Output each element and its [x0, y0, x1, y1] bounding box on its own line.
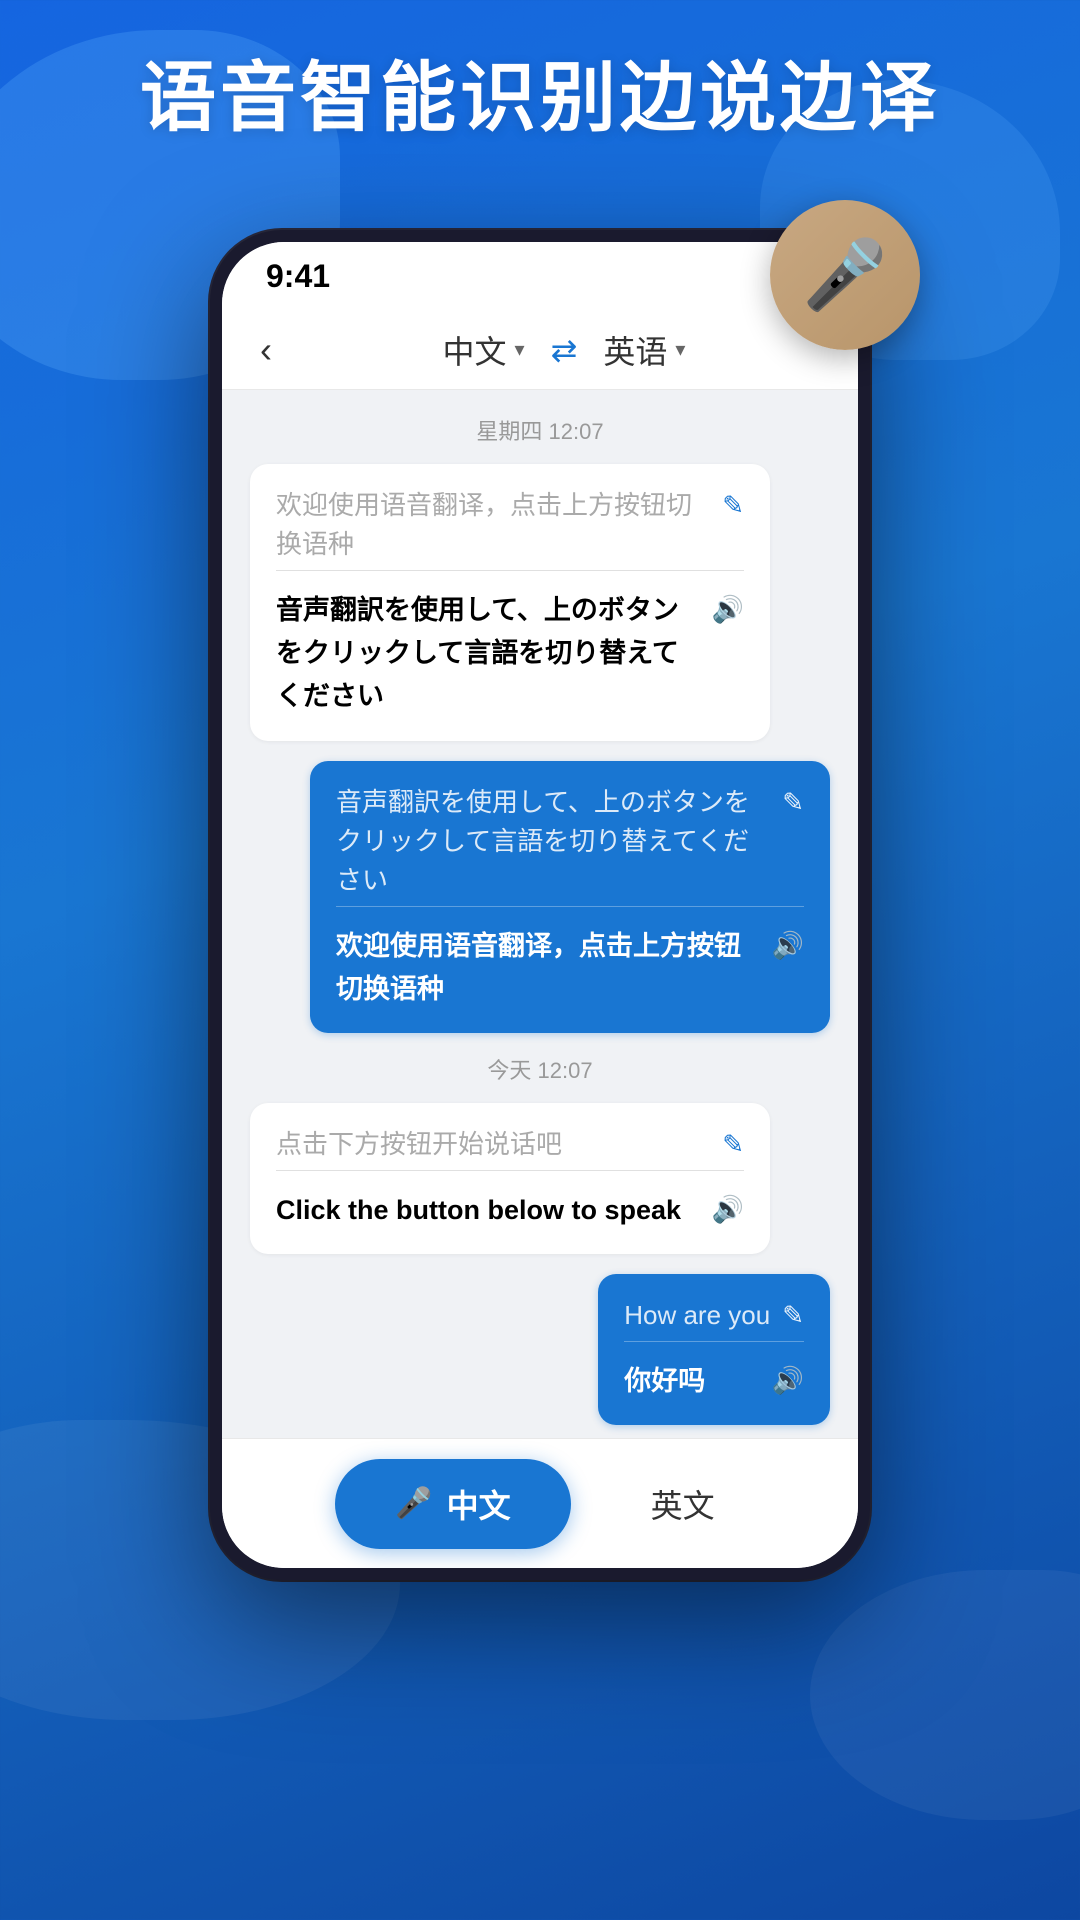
- bubble2-original-text: 音声翻訳を使用して、上のボタンをクリックして言語を切り替えてください ✎: [336, 783, 804, 900]
- status-time: 9:41: [266, 258, 330, 295]
- bubble-right-1-wrapper: 音声翻訳を使用して、上のボタンをクリックして言語を切り替えてください ✎ 欢迎使…: [250, 761, 830, 1033]
- bottom-input-bar: 🎤 中文 英文: [222, 1438, 858, 1568]
- bubble4-original-text: How are you ✎: [624, 1296, 804, 1335]
- status-bar: 9:41: [222, 242, 858, 310]
- nav-bar: ‹ 中文 ▾ ⇄ 英语 ▾: [222, 310, 858, 390]
- chevron-down-icon: ▾: [515, 337, 525, 362]
- swap-languages-button[interactable]: ⇄: [535, 323, 594, 377]
- record-english-button[interactable]: 英文: [621, 1459, 745, 1549]
- edit-icon-3[interactable]: ✎: [722, 1125, 744, 1164]
- bubble3-translated-text: Click the button below to speak 🔊: [276, 1189, 744, 1232]
- btn-english-label: 英文: [651, 1488, 715, 1524]
- mic-icon-chinese: 🎤: [395, 1486, 432, 1521]
- chat-area: 星期四 12:07 欢迎使用语音翻译，点击上方按钮切换语种 ✎ 音声翻訳を使用し…: [222, 390, 858, 1568]
- bubble-left-1: 欢迎使用语音翻译，点击上方按钮切换语种 ✎ 音声翻訳を使用して、上のボタンをクリ…: [250, 464, 770, 741]
- divider-4: [624, 1341, 804, 1342]
- divider-1: [276, 570, 744, 571]
- timestamp-2: 今天 12:07: [250, 1053, 830, 1085]
- phone-screen: 9:41 ‹ 中文: [222, 242, 858, 1568]
- record-chinese-button[interactable]: 🎤 中文: [335, 1459, 570, 1549]
- lang-right-label: 英语: [603, 327, 667, 373]
- edit-icon-4[interactable]: ✎: [782, 1296, 804, 1335]
- lang-left-label: 中文: [443, 327, 507, 373]
- lang-right-item[interactable]: 英语 ▾: [603, 327, 685, 373]
- hero-title: 语音智能识别边说边译: [0, 55, 1080, 142]
- phone-frame: 9:41 ‹ 中文: [210, 230, 870, 1580]
- lang-left-item[interactable]: 中文 ▾: [443, 327, 525, 373]
- mic-icon: 🎤: [803, 235, 888, 315]
- btn-chinese-label: 中文: [447, 1481, 511, 1527]
- phone-mockup: 🎤 9:41: [210, 230, 870, 1580]
- bubble-right-2-wrapper: How are you ✎ 你好吗 🔊: [250, 1274, 830, 1425]
- bubble4-translated-text: 你好吗 🔊: [624, 1360, 804, 1403]
- sound-icon-2[interactable]: 🔊: [772, 925, 804, 967]
- chevron-down-icon-2: ▾: [675, 337, 685, 362]
- floating-mic-button[interactable]: 🎤: [770, 200, 920, 350]
- divider-3: [276, 1170, 744, 1171]
- bubble2-translated-text: 欢迎使用语音翻译，点击上方按钮切换语种 🔊: [336, 925, 804, 1011]
- sound-icon-4[interactable]: 🔊: [772, 1360, 804, 1402]
- back-button[interactable]: ‹: [252, 321, 280, 379]
- timestamp-1: 星期四 12:07: [250, 414, 830, 446]
- bg-decoration-4: [810, 1570, 1080, 1820]
- sound-icon-1[interactable]: 🔊: [712, 589, 744, 631]
- edit-icon-2[interactable]: ✎: [782, 783, 804, 822]
- sound-icon-3[interactable]: 🔊: [712, 1189, 744, 1231]
- edit-icon-1[interactable]: ✎: [722, 486, 744, 525]
- bubble-left-2: 点击下方按钮开始说话吧 ✎ Click the button below to …: [250, 1103, 770, 1254]
- divider-2: [336, 906, 804, 907]
- language-selector: 中文 ▾ ⇄ 英语 ▾: [300, 323, 828, 377]
- bubble1-original-text: 欢迎使用语音翻译，点击上方按钮切换语种 ✎: [276, 486, 744, 564]
- bubble-right-1: 音声翻訳を使用して、上のボタンをクリックして言語を切り替えてください ✎ 欢迎使…: [310, 761, 830, 1033]
- bubble1-translated-text: 音声翻訳を使用して、上のボタンをクリックして言語を切り替えてください 🔊: [276, 589, 744, 719]
- bubble-right-2: How are you ✎ 你好吗 🔊: [598, 1274, 830, 1425]
- bubble3-original-text: 点击下方按钮开始说话吧 ✎: [276, 1125, 744, 1164]
